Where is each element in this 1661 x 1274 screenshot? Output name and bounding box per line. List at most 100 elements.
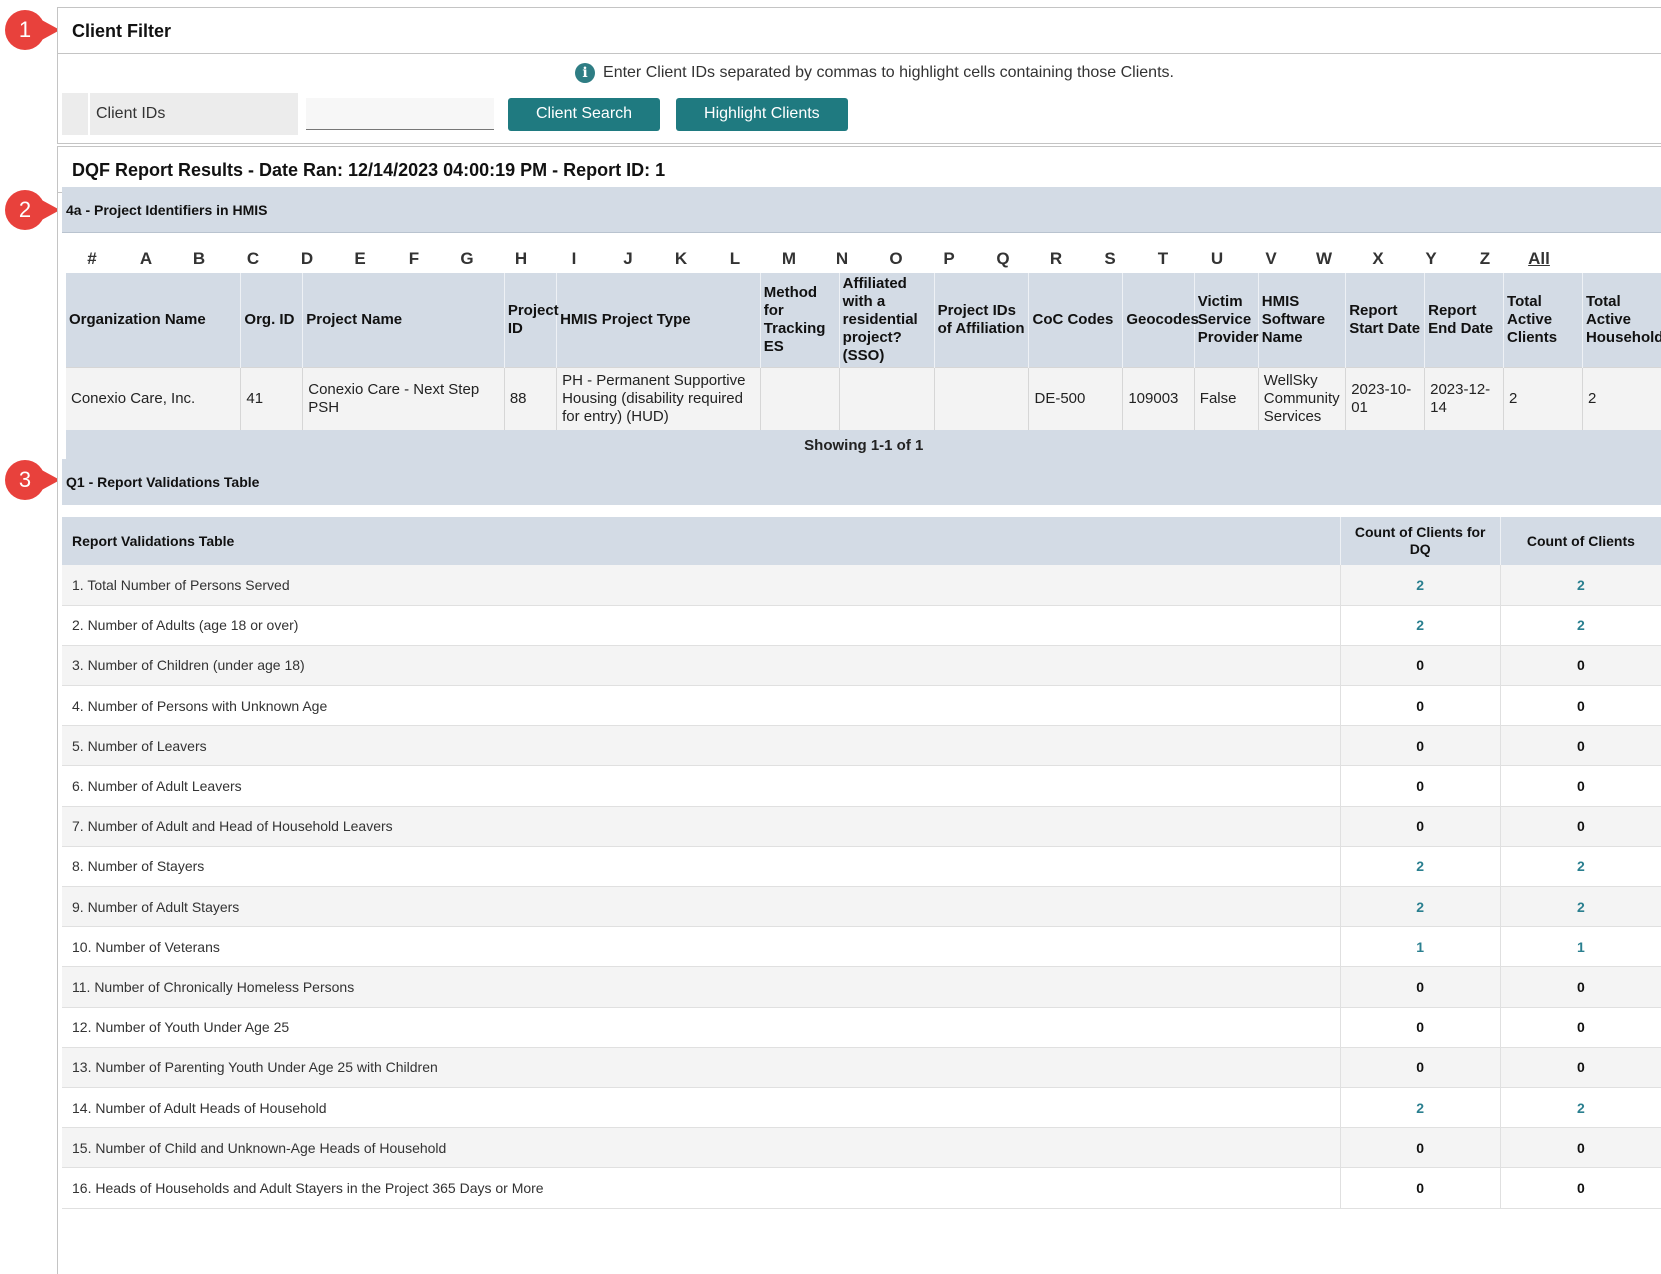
dq-count-value: 0 — [1340, 1047, 1501, 1088]
row-label: 6. Number of Adult Leavers — [62, 765, 1341, 807]
alpha-filter-d[interactable]: D — [301, 249, 313, 269]
alpha-filter-q[interactable]: Q — [996, 249, 1009, 269]
alpha-filter-h[interactable]: H — [515, 249, 527, 269]
client-count-link[interactable]: 2 — [1500, 1087, 1661, 1129]
row-label: 13. Number of Parenting Youth Under Age … — [62, 1047, 1341, 1088]
alpha-filter-o[interactable]: O — [889, 249, 902, 269]
row-label: 8. Number of Stayers — [62, 846, 1341, 888]
column-header[interactable]: Organization Name — [66, 273, 242, 368]
alpha-filter-i[interactable]: I — [572, 249, 577, 269]
column-header[interactable]: Project IDs of Affiliation — [934, 273, 1030, 368]
client-count-value: 0 — [1500, 1127, 1661, 1169]
table-row: 13. Number of Parenting Youth Under Age … — [62, 1047, 1661, 1088]
client-ids-input[interactable] — [306, 98, 494, 130]
section-4a-header: 4a - Project Identifiers in HMIS — [62, 187, 1661, 233]
callout-number: 3 — [18, 467, 32, 492]
row-label: 14. Number of Adult Heads of Household — [62, 1087, 1341, 1129]
row-label: 11. Number of Chronically Homeless Perso… — [62, 966, 1341, 1008]
client-count-link[interactable]: 2 — [1500, 846, 1661, 888]
row-label: 2. Number of Adults (age 18 or over) — [62, 605, 1341, 646]
column-header[interactable]: Total Active Households — [1582, 273, 1661, 368]
callout-marker-2: 2 — [2, 188, 60, 232]
table-row: 5. Number of Leavers 0 0 — [62, 725, 1661, 767]
table-cell: 2023-10-01 — [1345, 367, 1426, 430]
alpha-filter-v[interactable]: V — [1265, 249, 1276, 269]
column-header[interactable]: Total Active Clients — [1503, 273, 1583, 368]
table-cell: WellSky Community Services — [1258, 367, 1347, 430]
column-header[interactable]: HMIS Project Type — [556, 273, 761, 368]
callout-number: 2 — [18, 197, 32, 222]
client-count-value: 0 — [1500, 685, 1661, 727]
dq-count-link[interactable]: 2 — [1340, 886, 1501, 928]
dq-count-link[interactable]: 2 — [1340, 1087, 1501, 1129]
table-row: 12. Number of Youth Under Age 25 0 0 — [62, 1007, 1661, 1048]
client-filter-info: i Enter Client IDs separated by commas t… — [58, 54, 1661, 92]
dq-count-link[interactable]: 1 — [1340, 926, 1501, 968]
alpha-filter-a[interactable]: A — [140, 249, 152, 269]
alpha-filter-r[interactable]: R — [1050, 249, 1062, 269]
table-cell — [760, 367, 840, 430]
table-cell: DE-500 — [1028, 367, 1124, 430]
alpha-filter-x[interactable]: X — [1372, 249, 1383, 269]
client-count-value: 0 — [1500, 966, 1661, 1008]
column-header[interactable]: Method for Tracking ES — [760, 273, 840, 368]
client-filter-info-text: Enter Client IDs separated by commas to … — [603, 64, 1174, 81]
alpha-filter-b[interactable]: B — [193, 249, 205, 269]
dq-count-value: 0 — [1340, 765, 1501, 807]
client-count-link[interactable]: 2 — [1500, 565, 1661, 606]
row-label: 16. Heads of Households and Adult Stayer… — [62, 1167, 1341, 1209]
alpha-filter-m[interactable]: M — [782, 249, 796, 269]
column-header[interactable]: Victim Service Provider — [1194, 273, 1259, 368]
row-label: 9. Number of Adult Stayers — [62, 886, 1341, 928]
alpha-filter-p[interactable]: P — [943, 249, 954, 269]
table-row: Conexio Care, Inc. 41 Conexio Care - Nex… — [66, 367, 1661, 430]
column-header[interactable]: Project Name — [302, 273, 505, 368]
alpha-filter-y[interactable]: Y — [1425, 249, 1436, 269]
client-search-button[interactable]: Client Search — [508, 97, 661, 131]
client-count-value: 0 — [1500, 725, 1661, 767]
alpha-filter-z[interactable]: Z — [1480, 249, 1490, 269]
dq-count-value: 0 — [1340, 685, 1501, 727]
alpha-filter-k[interactable]: K — [675, 249, 687, 269]
column-header[interactable]: Report Start Date — [1345, 273, 1426, 368]
column-header[interactable]: HMIS Software Name — [1258, 273, 1347, 368]
alpha-filter-j[interactable]: J — [623, 249, 632, 269]
table-cell: Conexio Care, Inc. — [66, 367, 242, 430]
alpha-filter-hash[interactable]: # — [87, 249, 96, 269]
alpha-filter-u[interactable]: U — [1211, 249, 1223, 269]
alpha-filter-f[interactable]: F — [409, 249, 419, 269]
alpha-filter-l[interactable]: L — [730, 249, 740, 269]
table-cell: 109003 — [1122, 367, 1195, 430]
alpha-filter-all[interactable]: All — [1528, 249, 1550, 269]
alpha-filter-n[interactable]: N — [836, 249, 848, 269]
column-header[interactable]: CoC Codes — [1028, 273, 1124, 368]
alpha-filter-s[interactable]: S — [1104, 249, 1115, 269]
column-header[interactable]: Project ID — [504, 273, 559, 368]
column-header[interactable]: Report End Date — [1424, 273, 1505, 368]
client-count-link[interactable]: 2 — [1500, 605, 1661, 646]
table-row: 7. Number of Adult and Head of Household… — [62, 806, 1661, 847]
column-header[interactable]: Org. ID — [240, 273, 304, 368]
dq-count-link[interactable]: 2 — [1340, 605, 1501, 646]
column-header[interactable]: Affiliated with a residential project? (… — [839, 273, 935, 368]
client-filter-title: Client Filter — [58, 8, 1661, 54]
dq-count-value: 0 — [1340, 1127, 1501, 1169]
dq-count-link[interactable]: 2 — [1340, 565, 1501, 606]
highlight-clients-button[interactable]: Highlight Clients — [676, 97, 848, 131]
alpha-filter-g[interactable]: G — [460, 249, 473, 269]
callout-number: 1 — [18, 17, 32, 42]
client-count-value: 0 — [1500, 645, 1661, 687]
dq-count-link[interactable]: 2 — [1340, 846, 1501, 888]
column-header[interactable]: Geocodes — [1122, 273, 1199, 368]
client-count-link[interactable]: 1 — [1500, 926, 1661, 968]
column-header: Count of Clients — [1500, 517, 1661, 565]
alpha-filter-w[interactable]: W — [1316, 249, 1332, 269]
client-count-link[interactable]: 2 — [1500, 886, 1661, 928]
table-footer-row: Showing 1-1 of 1 — [66, 430, 1661, 462]
client-filter-row: Client IDs Client Search Highlight Clien… — [58, 92, 1661, 136]
alpha-filter-e[interactable]: E — [354, 249, 365, 269]
table-cell: False — [1194, 367, 1259, 430]
table-cell: 2 — [1582, 367, 1661, 430]
alpha-filter-t[interactable]: T — [1158, 249, 1168, 269]
alpha-filter-c[interactable]: C — [247, 249, 259, 269]
